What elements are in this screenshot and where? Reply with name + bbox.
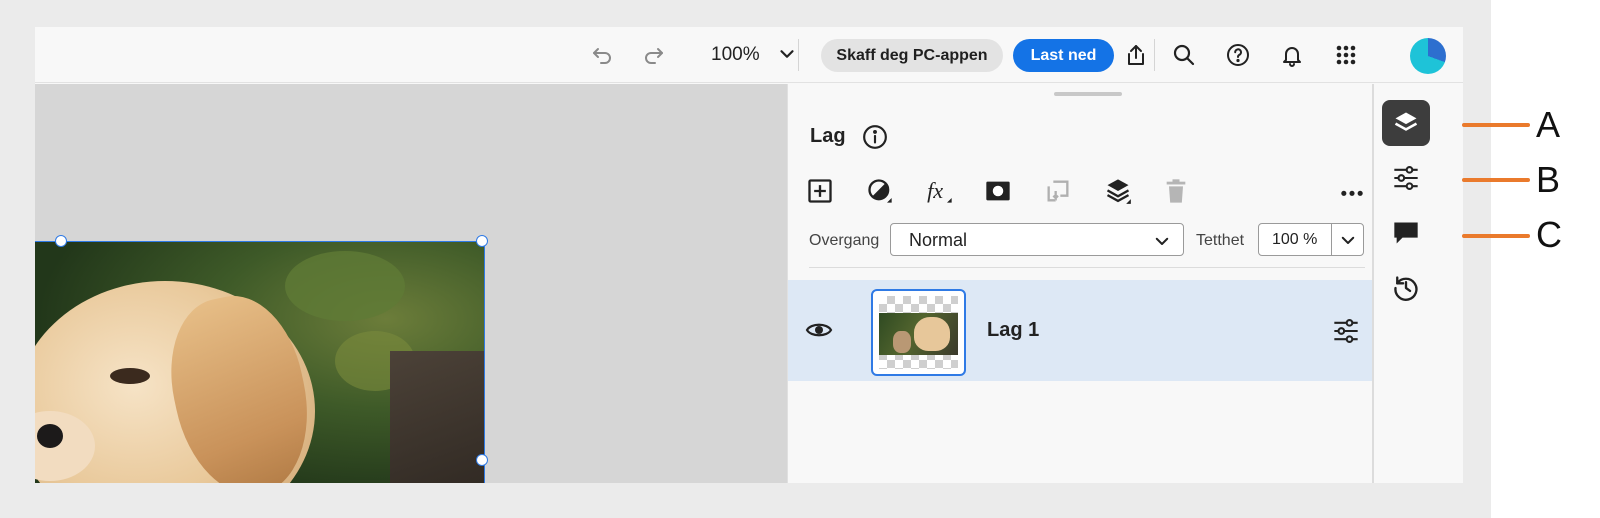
callout-line [1462,123,1530,127]
opacity-value[interactable]: 100 % [1272,231,1317,249]
zoom-level[interactable]: 100% [711,44,760,66]
eye-icon[interactable] [805,318,833,342]
history-icon[interactable] [1382,265,1430,311]
blend-mode-label: Overgang [809,232,880,249]
layers-panel: Lag fx Overgang Normal Tetthet 100 % Lag… [787,84,1390,483]
transform-handle[interactable] [55,235,67,247]
divider [1331,224,1332,255]
chevron-down-icon[interactable] [776,43,798,65]
layer-stack-icon[interactable] [1102,175,1134,207]
opacity-label: Tetthet [1196,232,1245,249]
callout-line [1462,178,1530,182]
layer-name[interactable]: Lag 1 [987,319,1039,342]
apps-grid-icon[interactable] [1332,41,1360,69]
undo-icon[interactable] [588,41,616,69]
layer-row[interactable]: Lag 1 [788,280,1390,381]
effects-icon[interactable]: fx [924,175,956,207]
layers-icon[interactable] [1382,100,1430,146]
right-rail [1372,84,1463,483]
divider [809,267,1365,268]
delete-icon[interactable] [1160,175,1192,207]
share-icon[interactable] [1122,41,1150,69]
clipping-icon[interactable] [1042,175,1074,207]
callout-label: C [1536,214,1562,255]
get-desktop-app-button[interactable]: Skaff deg PC-appen [821,39,1003,72]
layer-properties-icon[interactable] [1332,317,1360,345]
transform-handle[interactable] [476,235,488,247]
properties-icon[interactable] [1382,155,1430,201]
divider [1154,39,1155,71]
download-button[interactable]: Last ned [1013,39,1114,72]
chevron-down-icon [1155,237,1169,245]
redo-icon[interactable] [640,41,668,69]
add-layer-icon[interactable] [804,175,836,207]
top-bar: 100% Skaff deg PC-appen Last ned [35,27,1463,83]
blend-mode-select[interactable]: Normal [890,223,1184,256]
layer-thumbnail[interactable] [871,289,966,376]
canvas-area[interactable] [35,84,787,483]
help-icon[interactable] [1224,41,1252,69]
app-window: 100% Skaff deg PC-appen Last ned Lag fx … [35,27,1463,483]
selection-bounds[interactable] [35,241,485,483]
opacity-field[interactable]: 100 % [1258,223,1364,256]
panel-drag-handle[interactable] [1054,92,1122,96]
panel-title: Lag [810,125,846,147]
callout-line [1462,234,1530,238]
blend-mode-value: Normal [909,230,968,250]
callout-label: B [1536,159,1561,200]
mask-icon[interactable] [982,175,1014,207]
avatar[interactable] [1410,38,1446,74]
notifications-icon[interactable] [1278,41,1306,69]
divider [798,39,799,71]
info-icon[interactable] [862,124,888,150]
callout-label: A [1536,104,1561,145]
transform-handle[interactable] [476,454,488,466]
more-icon[interactable] [1336,175,1368,207]
search-icon[interactable] [1170,41,1198,69]
adjustment-layer-icon[interactable] [864,175,896,207]
svg-text:fx: fx [927,178,943,203]
comments-icon[interactable] [1382,210,1430,256]
chevron-down-icon[interactable] [1339,231,1357,249]
